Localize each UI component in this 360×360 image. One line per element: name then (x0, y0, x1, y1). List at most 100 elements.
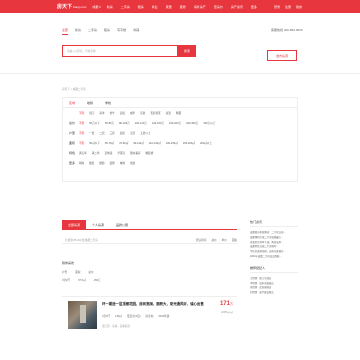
filter-option[interactable]: 50-70㎡ (105, 141, 114, 145)
filter-option[interactable]: 双流 (166, 111, 171, 115)
search-tab-rent[interactable]: 租房 (104, 28, 110, 35)
nav-item-overseas[interactable]: 海外房产 (194, 5, 206, 9)
filter-option[interactable]: 武侯 (120, 111, 125, 115)
filter-option[interactable]: 三居 (110, 131, 115, 135)
search-tab-office[interactable]: 写字楼 (117, 28, 126, 35)
sidebar-title: 热门资讯 (250, 220, 298, 227)
listing-layout: 4室2厅 (102, 315, 111, 318)
filter-option[interactable]: 150-200㎡ (183, 141, 195, 145)
search-tab-all[interactable]: 全部 (62, 28, 69, 35)
nav-item-resale[interactable]: 二手房 (121, 5, 130, 9)
search-tab-resale[interactable]: 二手房 (88, 28, 97, 35)
listing-card[interactable]: 环一期送一层顶楼花园，房间宽阔，面积大，采光通风好，诚心出售 4室2厅 135㎡… (62, 296, 237, 342)
filter-option[interactable]: 金牛 (110, 111, 115, 115)
listing-photo[interactable] (68, 301, 97, 329)
recommend-title: 猜你喜欢 (62, 261, 75, 265)
nav-item-news[interactable]: 房产资讯 (231, 5, 243, 9)
search-tab-shop[interactable]: 商铺 (133, 28, 139, 35)
filter-option[interactable]: 50㎡以下 (89, 141, 100, 145)
filter-option[interactable]: 110-130㎡ (149, 141, 161, 145)
filter-option[interactable]: 精装修 (146, 151, 154, 155)
filter-option[interactable]: 装修 (110, 161, 115, 165)
listing-address[interactable]: 锦江区 - 东湖 - 东湖名居 (102, 324, 130, 328)
register-link[interactable]: 注册 (285, 5, 291, 9)
sort-area[interactable]: 面积 (232, 238, 237, 242)
filter-option[interactable]: 200㎡以上 (200, 141, 212, 145)
filter-option[interactable]: 200-300万 (186, 121, 198, 125)
filter-option[interactable]: 四居 (120, 131, 125, 135)
listing-title[interactable]: 环一期送一层顶楼花园，房间宽阔，面积大，采光通风好，诚心出售 (102, 301, 204, 306)
filter-option[interactable]: 不限 (79, 121, 84, 125)
filter-option[interactable]: 楼龄 (99, 161, 104, 165)
filter-option[interactable]: 用途 (130, 161, 135, 165)
nav-item-rent[interactable]: 租房 (138, 5, 144, 9)
recommend-data-row[interactable]: 3室2厅 97.5㎡ 150万 (62, 278, 109, 282)
filter-row-district: 不限 锦江 青羊 金牛 武侯 成华 高新 天府新区 双流 郫都 (63, 108, 297, 118)
nav-item-commercial[interactable]: 商业 (152, 5, 158, 9)
filter-option[interactable]: 青羊 (99, 111, 104, 115)
search-button[interactable]: 搜索 (178, 45, 196, 57)
result-tab-all[interactable]: 全部房源 (62, 220, 87, 229)
nav-item-decor[interactable]: 装修 (180, 5, 186, 9)
result-tabs: 全部房源 个人房源 品牌公寓 (62, 220, 237, 230)
filter-option[interactable]: 70-90㎡ (119, 141, 128, 145)
my-account-link[interactable]: 我的 (296, 5, 302, 9)
filter-option[interactable]: 二居 (99, 131, 104, 135)
listing-floor: 低层(共6层) (127, 315, 141, 318)
filter-option[interactable]: 满五年 (79, 151, 87, 155)
filter-option[interactable]: 五居 (130, 131, 135, 135)
filter-option[interactable]: 150-200万 (169, 121, 181, 125)
listing-orientation: 南北向 (145, 315, 154, 318)
filter-label: 户型 (69, 131, 76, 135)
nav-item-new-homes[interactable]: 新房 (107, 5, 113, 9)
filter-option[interactable]: 满二年 (92, 151, 100, 155)
filter-option[interactable]: 100-120万 (135, 121, 147, 125)
filter-option[interactable]: 不限 (79, 141, 84, 145)
sort-default[interactable]: 默认排序 (196, 238, 206, 242)
filter-option[interactable]: 五居以上 (140, 131, 150, 135)
filter-option[interactable]: 130-150㎡ (166, 141, 178, 145)
login-link[interactable]: 登录 (274, 5, 280, 9)
filter-option[interactable]: 不限 (79, 131, 84, 135)
listing-area: 135㎡ (115, 315, 122, 318)
nav-item-price[interactable]: 查房价 (214, 5, 223, 9)
post-listing-button[interactable]: 发布房源 (267, 50, 297, 61)
recommend-cell: 总价 (88, 271, 94, 274)
filter-option[interactable]: 朝向 (79, 161, 84, 165)
filter-option[interactable]: 50-80万 (105, 121, 114, 125)
filter-option[interactable]: 90-110㎡ (133, 141, 143, 145)
result-tab-personal[interactable]: 个人房源 (86, 220, 110, 229)
filter-option[interactable]: 80-100万 (119, 121, 130, 125)
filter-option[interactable]: 300万以上 (203, 121, 215, 125)
result-tab-brand[interactable]: 品牌公寓 (110, 220, 134, 229)
sort-total-price[interactable]: 总价 (211, 238, 216, 242)
filter-tab-area[interactable]: 区域 (69, 101, 75, 105)
search-tab-new[interactable]: 新房 (75, 28, 81, 35)
breadcrumb[interactable]: 房天下 > 成都二手房 (62, 87, 86, 91)
filter-option[interactable]: 高新 (140, 111, 145, 115)
filter-option[interactable]: 楼层 (89, 161, 94, 165)
nav-item-more[interactable]: 更多 (251, 5, 257, 9)
filter-option[interactable]: 50万以下 (89, 121, 100, 125)
nav-item-home[interactable]: 家居 (166, 5, 172, 9)
filter-option[interactable]: 120-150万 (152, 121, 164, 125)
filter-option[interactable]: 锦江 (89, 111, 94, 115)
filter-tab-school[interactable]: 学校 (105, 101, 111, 105)
filter-option[interactable]: 近地铁 (105, 151, 113, 155)
filter-option[interactable]: 随时看房 (130, 151, 140, 155)
search-input[interactable]: 请输入小区名、学校名称... (62, 45, 178, 57)
result-count: 共找到 85,210 套成都二手房 (65, 238, 98, 242)
city-selector[interactable]: 成都 ▾ (92, 5, 100, 9)
filter-option[interactable]: 天府新区 (150, 111, 160, 115)
filter-option[interactable]: 不限 (79, 111, 84, 115)
filter-option[interactable]: 电梯 (120, 161, 125, 165)
sort-unit-price[interactable]: 单价 (222, 238, 227, 242)
filter-option[interactable]: 郫都 (176, 111, 181, 115)
search-box: 请输入小区名、学校名称... 搜索 (62, 45, 298, 57)
sidebar-agent-item[interactable]: 刘经理 · 成华建设路店 (250, 291, 298, 296)
filter-option[interactable]: 学区房 (117, 151, 125, 155)
filter-option[interactable]: 成华 (130, 111, 135, 115)
filter-tab-subway[interactable]: 地铁 (87, 101, 93, 105)
site-logo[interactable]: 房天下Fang.com (57, 3, 86, 10)
filter-option[interactable]: 一居 (89, 131, 94, 135)
